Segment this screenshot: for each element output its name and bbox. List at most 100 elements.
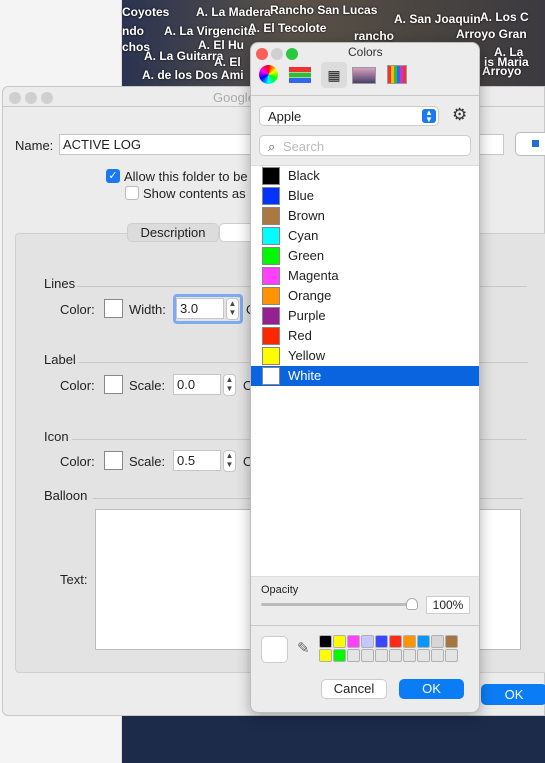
color-list-item[interactable]: Black [251,166,479,186]
swatch-cell[interactable] [333,635,346,648]
color-list-item[interactable]: Red [251,326,479,346]
minimize-button[interactable] [25,92,37,104]
label-scale-stepper[interactable]: ▲ ▼ [223,374,236,396]
color-list: Black Blue Brown Cyan Green Magenta Orange Purp… [251,165,479,577]
swatch-cell[interactable] [361,635,374,648]
color-name: Magenta [288,268,339,283]
color-list-item[interactable]: Yellow [251,346,479,366]
swatch-cell[interactable] [347,649,360,662]
color-list-item[interactable]: Orange [251,286,479,306]
swatch-cell[interactable] [319,649,332,662]
search-placeholder: Search [282,139,325,154]
swatch-cell[interactable] [375,635,388,648]
color-name: Blue [288,188,315,203]
lines-width-stepper[interactable]: ▲ ▼ [226,298,239,320]
show-contents-checkbox[interactable] [125,186,139,200]
lines-color-swatch[interactable] [104,299,123,318]
swatch-cell[interactable] [389,649,402,662]
color-name: Yellow [288,348,326,363]
label-scale-label: Scale: [129,378,166,393]
color-sliders-icon[interactable] [289,67,311,83]
color-name: White [288,368,322,383]
map-label: A. San Joaquin [394,12,481,26]
icon-heading: Icon [44,429,69,444]
color-list-item[interactable]: Blue [251,186,479,206]
opacity-input[interactable]: 100% [426,596,470,614]
label-color-swatch[interactable] [104,375,123,394]
icon-scale-stepper[interactable]: ▲ ▼ [223,450,236,472]
close-button[interactable] [9,92,21,104]
map-label: Coyotes [122,5,170,19]
swatch-cell[interactable] [389,635,402,648]
color-list-item[interactable]: Green [251,246,479,266]
palette-select-value: Apple [268,109,302,124]
cancel-button[interactable]: Cancel [321,679,387,699]
map-label: A. El Tecolote [248,21,327,35]
color-swatch [262,307,280,325]
swatch-cell[interactable] [417,649,430,662]
color-swatch [262,247,280,265]
swatch-cell[interactable] [403,635,416,648]
crayons-icon[interactable] [387,65,407,84]
swatch-cell[interactable] [333,649,346,662]
lines-width-input[interactable]: 3.0 [176,298,224,319]
swatch-cell[interactable] [431,635,444,648]
opacity-slider-thumb[interactable] [406,598,418,610]
swatch-cell[interactable] [445,635,458,648]
color-list-item[interactable]: Brown [251,206,479,226]
colors-title: Colors [348,45,383,59]
swatch-cell[interactable] [403,649,416,662]
label-scale-input[interactable]: 0.0 [173,374,221,395]
image-palettes-icon[interactable] [352,67,376,84]
color-wheel-icon[interactable] [259,65,278,84]
allow-checkbox[interactable]: ✓ [106,169,120,183]
opacity-label: Opacity [261,584,299,596]
color-swatch [262,267,280,285]
color-name: Purple [288,308,326,323]
show-contents-label: Show contents as [143,186,246,201]
color-swatch [262,327,280,345]
icon-color-swatch[interactable] [104,451,123,470]
opacity-slider[interactable] [261,603,416,606]
search-input[interactable]: ⌕ Search [259,135,471,156]
dialog-title: Google [213,90,255,105]
search-icon: ⌕ [268,139,276,154]
swatch-cell[interactable] [361,649,374,662]
map-label: A. La Virgencita [164,24,255,38]
eyedropper-icon[interactable]: ✎ [297,639,310,657]
dialog-ok-button[interactable]: OK [481,684,545,705]
zoom-button[interactable] [286,48,298,60]
color-swatch [262,167,280,185]
lines-color-label: Color: [60,302,95,317]
swatch-cell[interactable] [375,649,388,662]
swatch-cell[interactable] [347,635,360,648]
color-list-item[interactable]: Purple [251,306,479,326]
tab-description[interactable]: Description [127,223,219,242]
swatch-cell[interactable] [431,649,444,662]
ok-button[interactable]: OK [399,679,464,699]
icon-picker-button[interactable] [515,132,545,156]
icon-color-label: Color: [60,454,95,469]
color-swatch [262,287,280,305]
swatch-cell[interactable] [319,635,332,648]
swatch-cell[interactable] [445,649,458,662]
palette-select[interactable]: Apple ▲ ▼ [259,106,439,126]
color-list-item[interactable]: Magenta [251,266,479,286]
color-swatch [262,227,280,245]
color-name: Green [288,248,325,263]
zoom-button[interactable] [41,92,53,104]
color-name: Brown [288,208,325,223]
icon-scale-input[interactable]: 0.5 [173,450,221,471]
gear-icon[interactable]: ⚙ [452,105,467,125]
color-list-item[interactable]: White [251,366,479,386]
current-color-well[interactable] [261,636,288,663]
color-palettes-icon[interactable]: ▦ [321,62,347,88]
color-name: Red [288,328,312,343]
swatch-cell[interactable] [417,635,430,648]
close-button[interactable] [256,48,268,60]
color-name: Cyan [288,228,319,243]
color-list-item[interactable]: Cyan [251,226,479,246]
map-label: Rancho San Lucas [270,3,378,17]
minimize-button[interactable] [271,48,283,60]
color-swatch [262,207,280,225]
